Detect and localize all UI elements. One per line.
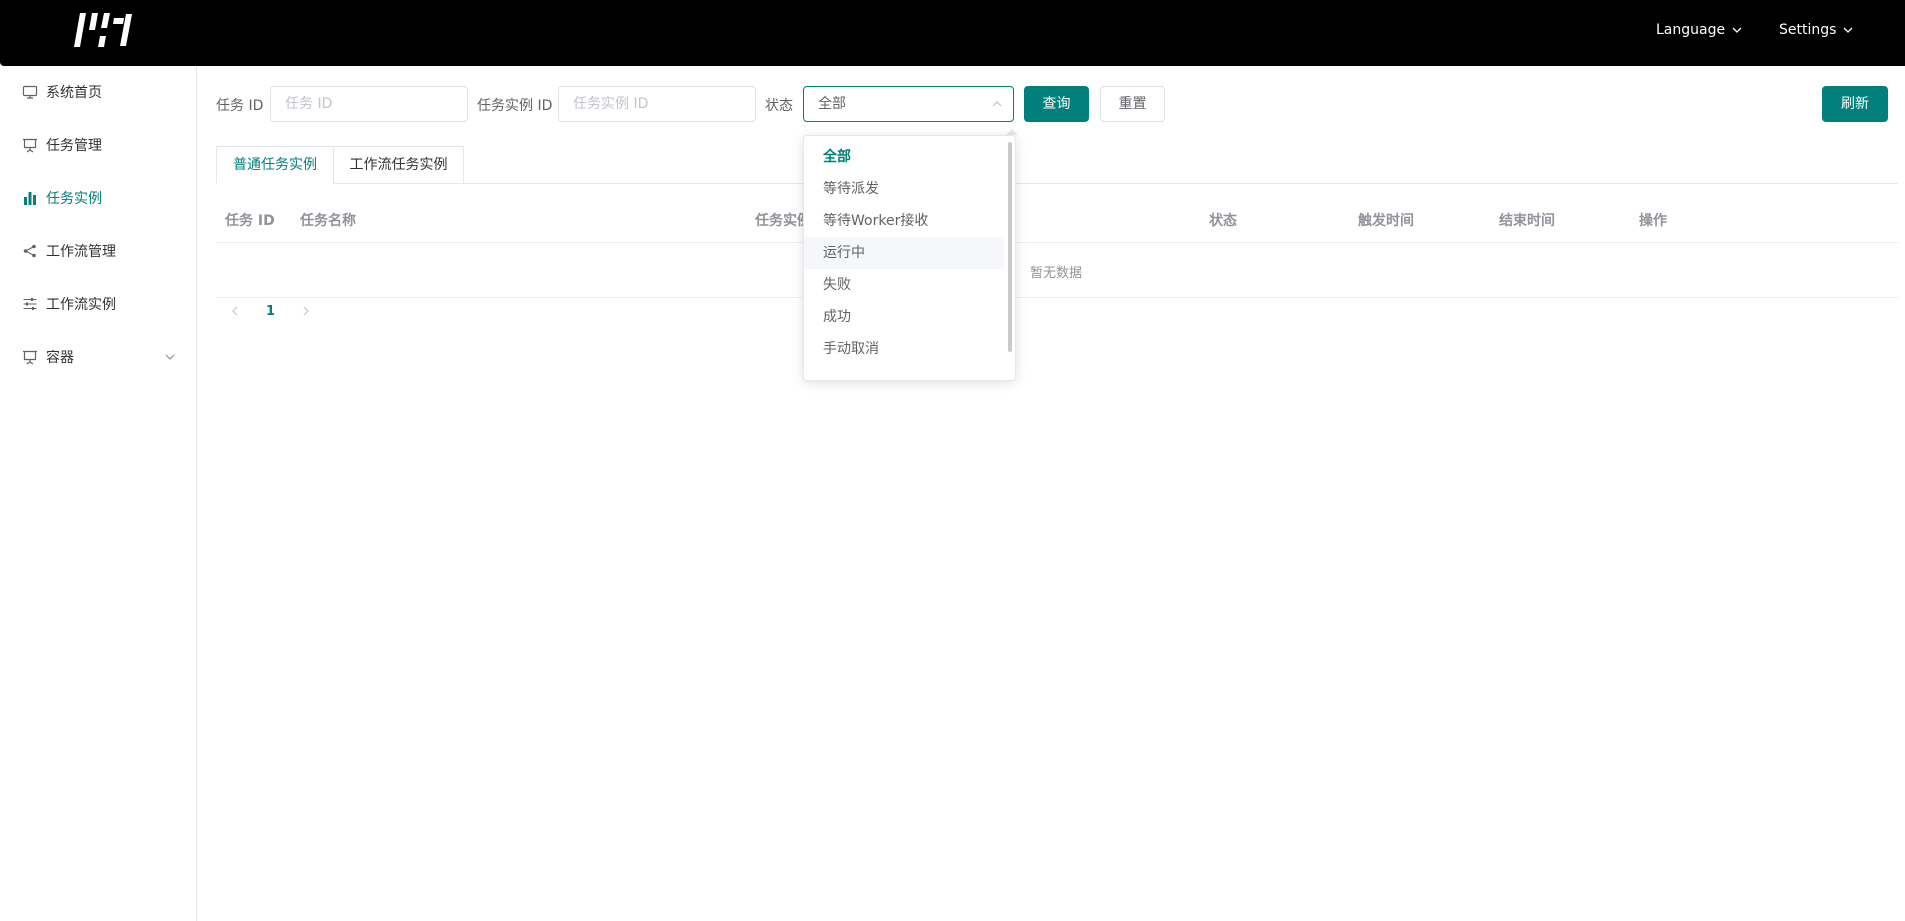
chevron-down-icon	[1732, 27, 1742, 33]
status-option[interactable]: 成功	[804, 301, 1004, 333]
logo	[74, 13, 132, 47]
tabs-divider	[216, 183, 1898, 184]
column-header-end-time: 结束时间	[1499, 213, 1555, 229]
chevron-up-icon	[992, 101, 1002, 107]
status-select-value: 全部	[818, 96, 846, 112]
status-option[interactable]: 手动取消	[804, 333, 1004, 365]
table-bottom-divider	[216, 297, 1898, 298]
monitor-icon	[22, 84, 38, 100]
sidebar-item-task-management[interactable]: 任务管理	[0, 119, 196, 171]
column-header-task-id: 任务 ID	[225, 213, 275, 229]
sidebar-item-home[interactable]: 系统首页	[0, 66, 196, 118]
sidebar-item-label: 工作流管理	[46, 244, 116, 260]
tab-normal-task-instance[interactable]: 普通任务实例	[216, 146, 334, 184]
sliders-icon	[22, 296, 38, 312]
task-id-label: 任务 ID	[216, 98, 264, 114]
share-icon	[22, 243, 38, 259]
column-header-trigger-time: 触发时间	[1358, 213, 1414, 229]
tab-workflow-task-instance[interactable]: 工作流任务实例	[333, 146, 464, 184]
language-label: Language	[1656, 22, 1726, 38]
empty-table-text: 暂无数据	[1030, 266, 1083, 281]
language-menu[interactable]: Language	[1656, 22, 1743, 38]
chevron-down-icon	[165, 354, 175, 360]
dropdown-scrollbar[interactable]	[1008, 142, 1012, 352]
top-header: Language Settings	[0, 0, 1905, 66]
refresh-button[interactable]: 刷新	[1822, 86, 1888, 122]
column-header-actions: 操作	[1639, 213, 1667, 229]
sidebar-item-task-instance[interactable]: 任务实例	[0, 172, 196, 224]
next-page-button[interactable]	[300, 305, 312, 321]
chevron-down-icon	[1843, 27, 1853, 33]
sidebar-item-label: 任务实例	[46, 191, 102, 207]
status-option[interactable]: 全部	[804, 141, 1004, 173]
reset-button[interactable]: 重置	[1100, 86, 1165, 122]
status-option[interactable]: 失败	[804, 269, 1004, 301]
settings-label: Settings	[1779, 22, 1837, 38]
instance-id-input[interactable]	[558, 86, 756, 122]
table-header-divider	[216, 242, 1898, 243]
chevron-right-icon	[303, 306, 309, 316]
sidebar-item-workflow-instance[interactable]: 工作流实例	[0, 278, 196, 330]
page-number[interactable]: 1	[266, 304, 275, 319]
status-select[interactable]: 全部	[803, 86, 1014, 122]
sidebar-item-label: 容器	[46, 350, 74, 366]
presentation-icon	[22, 137, 38, 153]
sidebar-item-workflow-management[interactable]: 工作流管理	[0, 225, 196, 277]
status-option[interactable]: 运行中	[804, 237, 1004, 269]
column-header-task-name: 任务名称	[300, 213, 356, 229]
chevron-left-icon	[232, 306, 238, 316]
status-dropdown: 全部 等待派发 等待Worker接收 运行中 失败 成功 手动取消	[803, 135, 1016, 381]
status-option[interactable]: 等待派发	[804, 173, 1004, 205]
presentation-icon	[22, 349, 38, 365]
prev-page-button[interactable]	[229, 305, 241, 321]
sidebar-item-label: 系统首页	[46, 85, 102, 101]
instance-id-label: 任务实例 ID	[477, 98, 553, 114]
sidebar-item-container[interactable]: 容器	[0, 331, 196, 383]
query-button[interactable]: 查询	[1024, 86, 1089, 122]
sidebar-item-label: 任务管理	[46, 138, 102, 154]
column-header-status: 状态	[1209, 213, 1237, 229]
sidebar: 系统首页 任务管理 任务实例 工作流管理 工作流实例 容器	[0, 66, 197, 921]
bar-chart-icon	[22, 190, 38, 206]
status-label: 状态	[765, 98, 793, 114]
sidebar-item-label: 工作流实例	[46, 297, 116, 313]
task-id-input[interactable]	[270, 86, 468, 122]
status-option[interactable]: 等待Worker接收	[804, 205, 1004, 237]
settings-menu[interactable]: Settings	[1779, 22, 1854, 38]
